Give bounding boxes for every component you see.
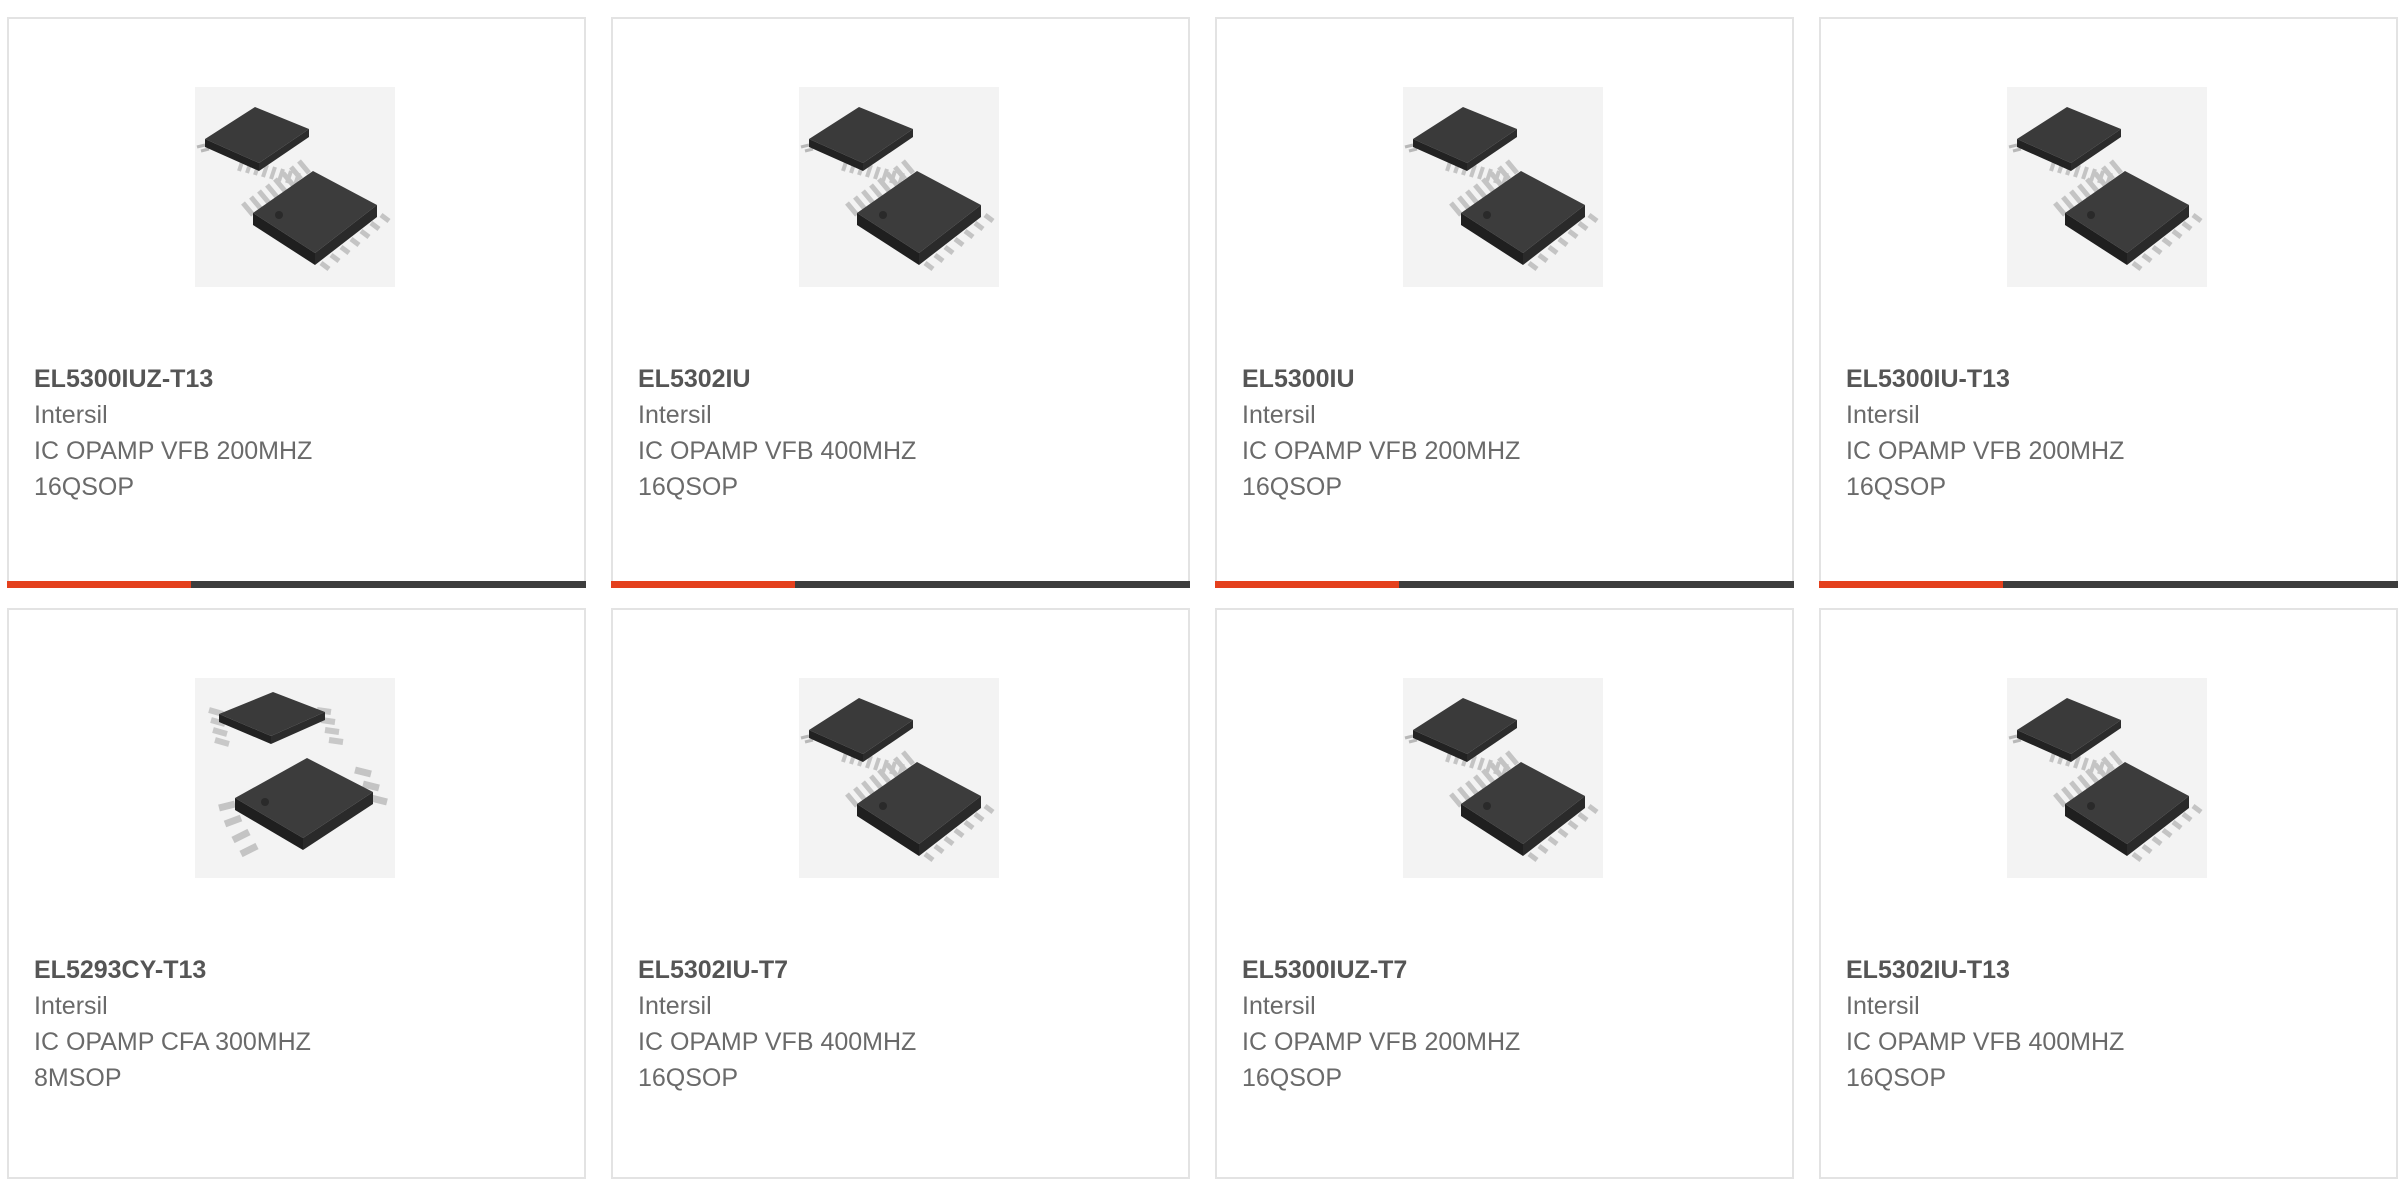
product-description: IC OPAMP VFB 400MHZ 16QSOP: [638, 1028, 917, 1092]
part-number-link[interactable]: EL5293CY-T13: [34, 952, 394, 988]
card-accent-bar: [1819, 581, 2003, 588]
qsop16-chip-image[interactable]: [2007, 678, 2207, 878]
product-info: EL5300IU-T13 Intersil IC OPAMP VFB 200MH…: [1846, 361, 2206, 505]
product-description: IC OPAMP VFB 200MHZ 16QSOP: [34, 437, 313, 501]
manufacturer-label: Intersil: [34, 401, 108, 429]
product-info: EL5302IU-T7 Intersil IC OPAMP VFB 400MHZ…: [638, 952, 998, 1096]
part-number-link[interactable]: EL5300IU: [1242, 361, 1602, 397]
product-info: EL5302IU-T13 Intersil IC OPAMP VFB 400MH…: [1846, 952, 2206, 1096]
part-number-link[interactable]: EL5300IU-T13: [1846, 361, 2206, 397]
manufacturer-label: Intersil: [34, 992, 108, 1020]
product-description: IC OPAMP VFB 200MHZ 16QSOP: [1846, 437, 2125, 501]
product-grid: EL5300IUZ-T13 Intersil IC OPAMP VFB 200M…: [7, 17, 2400, 1179]
product-card[interactable]: EL5302IU-T7 Intersil IC OPAMP VFB 400MHZ…: [611, 608, 1190, 1179]
product-description: IC OPAMP VFB 400MHZ 16QSOP: [638, 437, 917, 501]
product-info: EL5300IU Intersil IC OPAMP VFB 200MHZ 16…: [1242, 361, 1602, 505]
product-info: EL5300IUZ-T7 Intersil IC OPAMP VFB 200MH…: [1242, 952, 1602, 1096]
part-number-link[interactable]: EL5300IUZ-T13: [34, 361, 394, 397]
product-description: IC OPAMP CFA 300MHZ 8MSOP: [34, 1028, 311, 1092]
product-info: EL5293CY-T13 Intersil IC OPAMP CFA 300MH…: [34, 952, 394, 1096]
product-card[interactable]: EL5300IUZ-T7 Intersil IC OPAMP VFB 200MH…: [1215, 608, 1794, 1179]
product-card[interactable]: EL5302IU Intersil IC OPAMP VFB 400MHZ 16…: [611, 17, 1190, 588]
manufacturer-label: Intersil: [1242, 992, 1316, 1020]
product-card[interactable]: EL5300IU-T13 Intersil IC OPAMP VFB 200MH…: [1819, 17, 2398, 588]
card-accent-bar: [7, 581, 191, 588]
part-number-link[interactable]: EL5302IU: [638, 361, 998, 397]
part-number-link[interactable]: EL5300IUZ-T7: [1242, 952, 1602, 988]
card-accent-bar: [1215, 581, 1399, 588]
card-bottom-bar: [611, 581, 1190, 588]
manufacturer-label: Intersil: [638, 401, 712, 429]
part-number-link[interactable]: EL5302IU-T13: [1846, 952, 2206, 988]
card-accent-bar: [611, 581, 795, 588]
product-card[interactable]: EL5302IU-T13 Intersil IC OPAMP VFB 400MH…: [1819, 608, 2398, 1179]
card-bottom-bar: [1215, 581, 1794, 588]
qsop16-chip-image[interactable]: [1403, 87, 1603, 287]
product-card[interactable]: EL5293CY-T13 Intersil IC OPAMP CFA 300MH…: [7, 608, 586, 1179]
part-number-link[interactable]: EL5302IU-T7: [638, 952, 998, 988]
product-card[interactable]: EL5300IUZ-T13 Intersil IC OPAMP VFB 200M…: [7, 17, 586, 588]
product-description: IC OPAMP VFB 200MHZ 16QSOP: [1242, 1028, 1521, 1092]
manufacturer-label: Intersil: [1242, 401, 1316, 429]
product-info: EL5300IUZ-T13 Intersil IC OPAMP VFB 200M…: [34, 361, 394, 505]
qsop16-chip-image[interactable]: [799, 678, 999, 878]
qsop16-chip-image[interactable]: [2007, 87, 2207, 287]
product-info: EL5302IU Intersil IC OPAMP VFB 400MHZ 16…: [638, 361, 998, 505]
qsop16-chip-image[interactable]: [195, 87, 395, 287]
qsop16-chip-image[interactable]: [1403, 678, 1603, 878]
msop8-chip-image[interactable]: [195, 678, 395, 878]
product-card[interactable]: EL5300IU Intersil IC OPAMP VFB 200MHZ 16…: [1215, 17, 1794, 588]
manufacturer-label: Intersil: [638, 992, 712, 1020]
card-bottom-bar: [7, 581, 586, 588]
card-bottom-bar: [1819, 581, 2398, 588]
product-description: IC OPAMP VFB 200MHZ 16QSOP: [1242, 437, 1521, 501]
manufacturer-label: Intersil: [1846, 401, 1920, 429]
product-description: IC OPAMP VFB 400MHZ 16QSOP: [1846, 1028, 2125, 1092]
qsop16-chip-image[interactable]: [799, 87, 999, 287]
manufacturer-label: Intersil: [1846, 992, 1920, 1020]
